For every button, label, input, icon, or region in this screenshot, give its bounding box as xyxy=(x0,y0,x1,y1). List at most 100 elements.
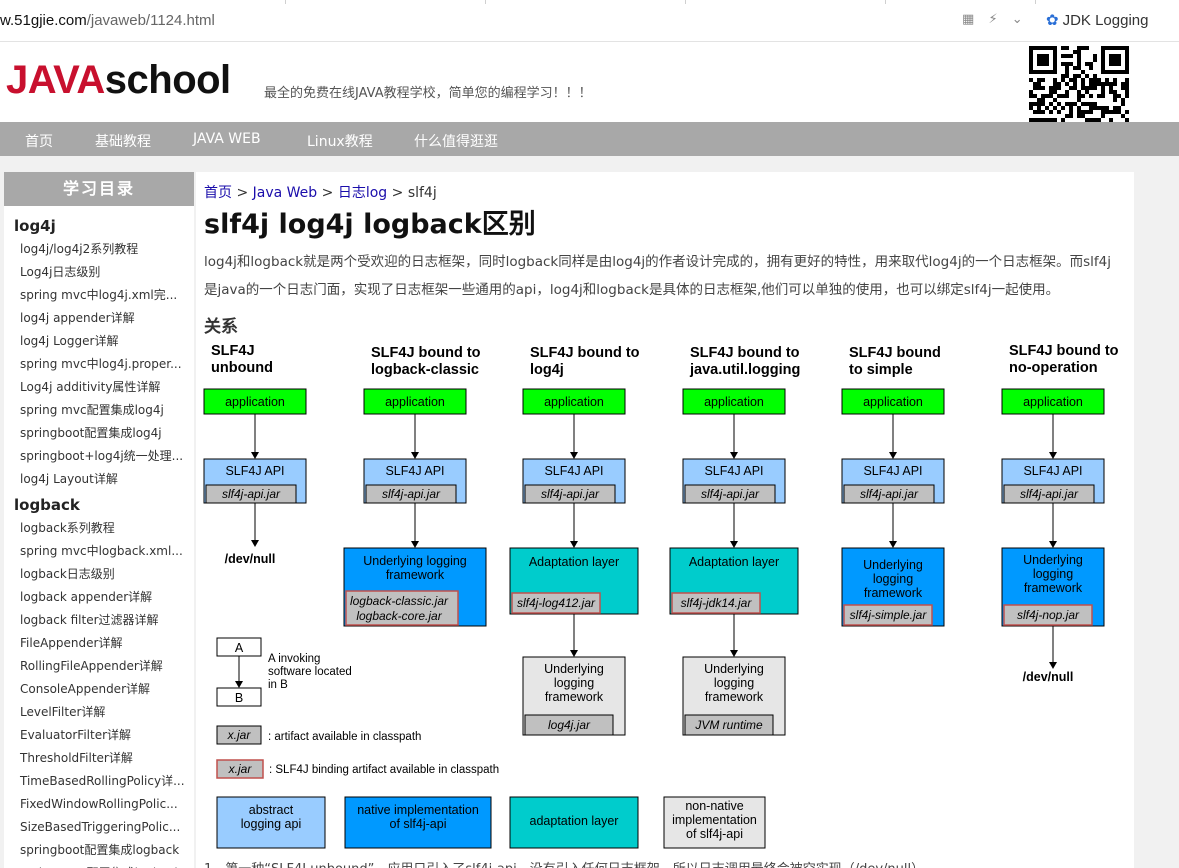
sidebar-item[interactable]: RollingFileAppender详解 xyxy=(4,655,190,678)
sidebar-item[interactable]: Log4j additivity属性详解 xyxy=(4,376,190,399)
sidebar-item[interactable]: spring mvc中log4j.proper... xyxy=(4,353,190,376)
sidebar-group-log4j[interactable]: log4j xyxy=(4,214,194,238)
application-label: application xyxy=(863,395,923,409)
legend-invoke-label: A invoking xyxy=(268,653,320,665)
legend-binding-label: : SLF4J binding artifact available in cl… xyxy=(269,764,499,776)
sidebar-item[interactable]: FileAppender详解 xyxy=(4,632,190,655)
article-bottom-text: 1、第一种“SLF4J unbound”，应用只引入了slf4j-api，没有引… xyxy=(204,858,931,868)
application-label: application xyxy=(385,395,445,409)
sidebar-item[interactable]: LevelFilter详解 xyxy=(4,701,190,724)
legend-color-label: non-native xyxy=(685,799,743,813)
column-title: java.util.logging xyxy=(689,362,800,378)
legend-color-label: of slf4j-api xyxy=(686,827,743,841)
application-label: application xyxy=(704,395,764,409)
column-title: SLF4J bound xyxy=(849,345,941,361)
adaptation-label: Adaptation layer xyxy=(689,555,779,569)
sidebar-item[interactable]: spring mvc中log4j.xml完... xyxy=(4,284,190,307)
legend-artifact-label: : artifact available in classpath xyxy=(268,731,421,743)
column-title: SLF4J bound to xyxy=(530,345,640,361)
binding-jar-label: slf4j-nop.jar xyxy=(1017,608,1080,622)
api-jar-label: slf4j-api.jar xyxy=(1020,487,1079,501)
arrow-head xyxy=(889,541,897,548)
legend-invoke-label: in B xyxy=(268,679,288,691)
underlying-label: Underlying xyxy=(544,662,604,676)
site-logo[interactable]: JAVAschool xyxy=(6,58,231,103)
arrow-head xyxy=(411,541,419,548)
framework-jar-label: log4j.jar xyxy=(548,718,591,732)
column-title: unbound xyxy=(211,360,273,376)
column-title: SLF4J bound to xyxy=(1009,343,1119,359)
nav-worth[interactable]: 什么值得逛逛 xyxy=(414,131,498,151)
legend-color-label: native implementation xyxy=(357,803,479,817)
framework-jar-label: JVM runtime xyxy=(694,718,763,732)
sidebar-item[interactable]: ThresholdFilter详解 xyxy=(4,747,190,770)
address-bar[interactable]: w.51gjie.com/javaweb/1124.html xyxy=(0,12,215,29)
sidebar-item[interactable]: FixedWindowRollingPolic... xyxy=(4,793,190,816)
sidebar-item[interactable]: logback filter过滤器详解 xyxy=(4,609,190,632)
sidebar-item[interactable]: spring mvc配置集成logback xyxy=(4,862,190,868)
application-label: application xyxy=(1023,395,1083,409)
arrow-head xyxy=(251,452,259,459)
nav-javaweb[interactable]: JAVA WEB xyxy=(193,131,261,147)
sidebar-item[interactable]: springboot+log4j统一处理... xyxy=(4,445,190,468)
main-nav: 首页 基础教程 JAVA WEB Linux教程 什么值得逛逛 xyxy=(0,122,1179,156)
api-jar-label: slf4j-api.jar xyxy=(222,487,281,501)
arrow-head xyxy=(235,681,243,688)
sidebar-item[interactable]: TimeBasedRollingPolicy详... xyxy=(4,770,190,793)
application-label: application xyxy=(225,395,285,409)
sidebar-item[interactable]: logback日志级别 xyxy=(4,563,190,586)
grid-icon[interactable]: ▦ xyxy=(962,12,974,27)
sidebar-item[interactable]: spring mvc配置集成log4j xyxy=(4,399,190,422)
site-slogan: 最全的免费在线JAVA教程学校，简单您的编程学习！！！ xyxy=(264,86,592,101)
api-jar-label: slf4j-api.jar xyxy=(541,487,600,501)
browser-toolbar: w.51gjie.com/javaweb/1124.html ▦ ⚡ ⌄ ✿ JD… xyxy=(0,0,1179,42)
arrow-head xyxy=(1049,452,1057,459)
url-path: /javaweb/1124.html xyxy=(86,12,215,29)
arrow-head xyxy=(730,650,738,657)
legend-invoke-label: software located xyxy=(268,666,352,678)
binding-jar-label: slf4j-jdk14.jar xyxy=(681,596,753,610)
native-impl-label: Underlying xyxy=(863,558,923,572)
column-title: log4j xyxy=(530,362,564,378)
arrow-head xyxy=(1049,662,1057,669)
legend-binding-jar-label: x.jar xyxy=(228,762,253,776)
sidebar-item[interactable]: EvaluatorFilter详解 xyxy=(4,724,190,747)
chevron-down-icon[interactable]: ⌄ xyxy=(1012,12,1023,27)
sidebar-item[interactable]: spring mvc中logback.xml... xyxy=(4,540,190,563)
sidebar-item[interactable]: logback appender详解 xyxy=(4,586,190,609)
legend-color-label: of slf4j-api xyxy=(390,817,447,831)
legend-color-label: logging api xyxy=(241,817,301,831)
nav-linux[interactable]: Linux教程 xyxy=(307,131,373,151)
nav-basic[interactable]: 基础教程 xyxy=(95,131,151,151)
sidebar-item[interactable]: log4j/log4j2系列教程 xyxy=(4,238,190,261)
bolt-icon[interactable]: ⚡ xyxy=(988,12,997,27)
legend-jar-label: x.jar xyxy=(227,728,252,742)
underlying-label: logging xyxy=(714,676,754,690)
sidebar-item[interactable]: log4j Logger详解 xyxy=(4,330,190,353)
slf4j-api-label: SLF4J API xyxy=(544,464,603,478)
arrow-head xyxy=(570,650,578,657)
native-impl-label: logging xyxy=(1033,567,1073,581)
sidebar-item[interactable]: ConsoleAppender详解 xyxy=(4,678,190,701)
sidebar-item[interactable]: springboot配置集成log4j xyxy=(4,422,190,445)
sidebar-item[interactable]: logback系列教程 xyxy=(4,517,190,540)
sidebar-item[interactable]: log4j Layout详解 xyxy=(4,468,190,491)
native-impl-label: logging xyxy=(873,572,913,586)
api-jar-label: slf4j-api.jar xyxy=(701,487,760,501)
sidebar-item[interactable]: log4j appender详解 xyxy=(4,307,190,330)
sidebar-item[interactable]: SizeBasedTriggeringPolic... xyxy=(4,816,190,839)
column-title: to simple xyxy=(849,362,913,378)
sidebar-item[interactable]: Log4j日志级别 xyxy=(4,261,190,284)
slf4j-api-label: SLF4J API xyxy=(863,464,922,478)
sidebar-item[interactable]: springboot配置集成logback xyxy=(4,839,190,862)
nav-home[interactable]: 首页 xyxy=(25,131,53,151)
underlying-label: Underlying xyxy=(704,662,764,676)
api-jar-label: slf4j-api.jar xyxy=(382,487,441,501)
binding-jar-label: slf4j-log412.jar xyxy=(517,596,596,610)
column-title: SLF4J bound to xyxy=(371,345,481,361)
sidebar-group-logback[interactable]: logback xyxy=(4,493,194,517)
native-impl-label: framework xyxy=(1024,581,1083,595)
extension-button[interactable]: ✿ JDK Logging xyxy=(1046,11,1148,29)
url-domain: w.51gjie.com xyxy=(0,12,87,29)
native-impl-label: framework xyxy=(386,568,445,582)
